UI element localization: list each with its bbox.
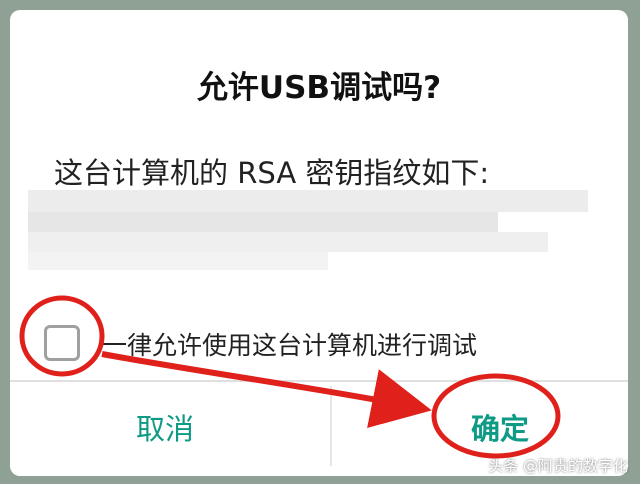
dialog-title: 允许USB调试吗? — [196, 70, 442, 106]
rsa-fingerprint-blurred — [28, 190, 588, 270]
cancel-button[interactable]: 取消 — [130, 402, 200, 452]
always-allow-row[interactable]: 一律允许使用这台计算机进行调试 — [10, 300, 628, 370]
button-separator — [330, 386, 332, 466]
dialog-message: 这台计算机的 RSA 密钥指纹如下: — [54, 156, 490, 190]
always-allow-checkbox[interactable] — [44, 325, 80, 361]
button-divider — [10, 380, 628, 382]
always-allow-label: 一律允许使用这台计算机进行调试 — [102, 331, 478, 360]
watermark: 头条 @阿贵的数字化 — [488, 457, 628, 475]
ok-button[interactable]: 确定 — [465, 402, 535, 452]
usb-debug-dialog: 允许USB调试吗? 这台计算机的 RSA 密钥指纹如下: 一律允许使用这台计算机… — [10, 10, 628, 476]
